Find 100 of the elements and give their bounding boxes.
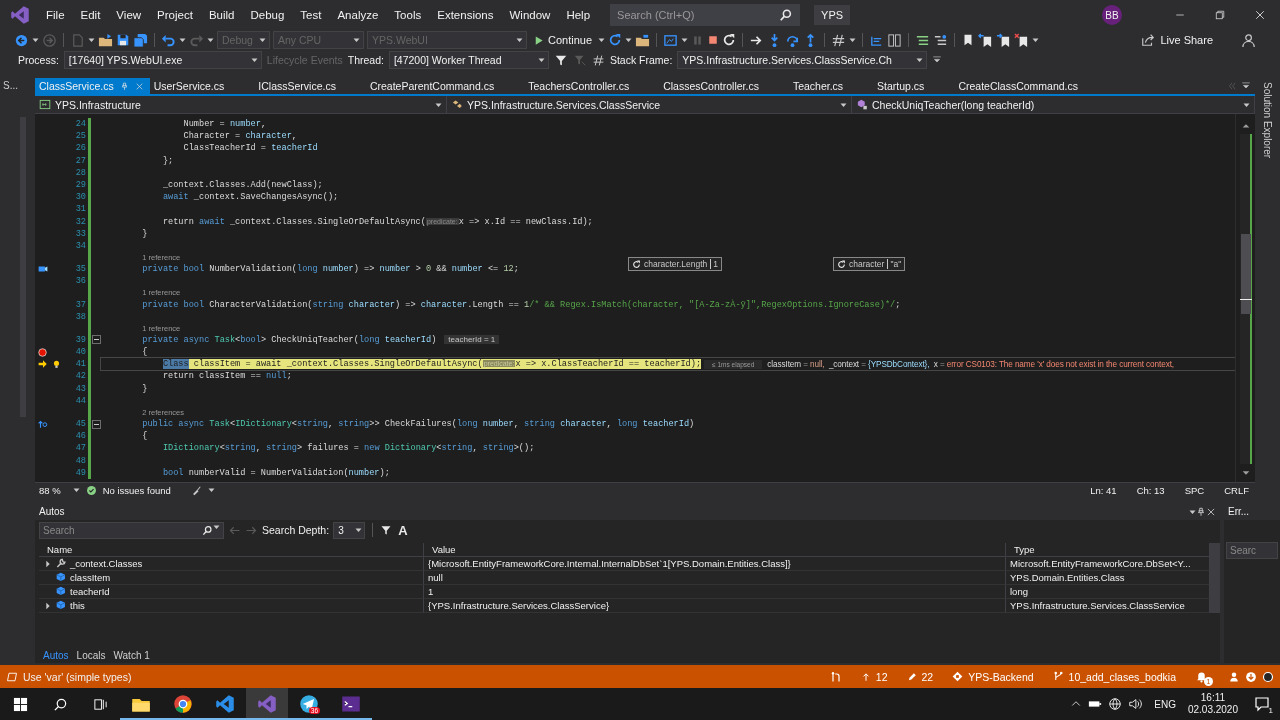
menu-item[interactable]: Edit [72,9,109,21]
filter-icon[interactable] [380,524,393,536]
thread-dropdown[interactable]: [47200] Worker Thread [388,51,549,69]
save-icon[interactable] [116,33,130,47]
column-header[interactable]: Value [424,543,1006,557]
save-all-icon[interactable] [133,32,148,48]
columns-icon[interactable] [887,32,903,48]
document-tab[interactable]: IClassService.cs [254,78,366,94]
search-field[interactable]: Search [39,521,224,539]
document-tab[interactable]: Teacher.cs [788,78,874,94]
filter-icon[interactable] [553,53,568,67]
document-tab[interactable]: Startup.cs [873,78,955,94]
document-tab[interactable]: UserService.cs [149,78,255,94]
menu-item[interactable]: Tools [386,9,430,21]
document-tab[interactable]: CreateParentCommand.cs [365,78,525,94]
menu-item[interactable]: Help [558,9,599,21]
caret-icon[interactable] [32,38,39,42]
type-dropdown[interactable]: YPS.Infrastructure.Services.ClassService [447,96,852,113]
continue-button[interactable]: Continue [530,34,596,46]
tab-list-icon[interactable] [1241,81,1251,91]
taskbar-app[interactable] [246,688,288,720]
pin-icon[interactable] [119,81,129,91]
hex-icon[interactable] [591,53,605,67]
panel-tab[interactable]: Watch 1 [109,649,154,661]
caret-icon[interactable] [179,38,186,42]
lightbulb-icon[interactable] [51,358,61,370]
document-tab[interactable]: ClassService.cs [35,78,150,94]
project-dropdown[interactable]: YPS.Infrastructure [35,96,447,113]
menu-item[interactable]: Test [292,9,330,21]
back-icon[interactable] [14,32,29,48]
whitespace-indicator[interactable]: SPC [1184,484,1205,496]
menu-item[interactable]: View [108,9,150,21]
breakpoint-icon[interactable] [37,346,48,358]
menu-item[interactable]: Analyze [329,9,387,21]
caret-icon[interactable] [207,38,214,42]
text-toggle[interactable]: A [396,522,410,538]
document-tab[interactable]: TeachersController.cs [524,78,660,94]
menu-item[interactable]: Build [200,9,243,21]
notification-icon[interactable] [1254,696,1270,712]
repository-button[interactable]: YPS-Backend [952,670,1034,683]
caret-icon[interactable] [681,38,689,42]
commits-button[interactable]: 12 [860,670,888,683]
caret-icon[interactable] [207,488,215,492]
restart-icon[interactable] [722,33,737,47]
column-header[interactable]: Type [1006,543,1210,557]
menu-item[interactable]: File [38,9,73,21]
clock-time[interactable]: 16:11 [1200,692,1226,704]
person-icon[interactable] [1242,32,1257,48]
tool-window-tab[interactable]: Solution Explorer [1262,82,1273,159]
menu-item[interactable]: Debug [242,9,293,21]
line-endings-indicator[interactable]: CRLF [1224,484,1249,496]
collapse-icon[interactable] [91,335,101,345]
collapse-icon[interactable] [91,419,101,429]
scrollbar-thumb[interactable] [1240,234,1251,314]
issues-status[interactable]: No issues found [102,484,171,496]
scrollbar[interactable] [1210,543,1220,613]
pinned-datatip[interactable]: character.Length 1 [628,257,723,271]
refresh-icon[interactable] [837,259,846,269]
person-icon[interactable] [1228,670,1240,683]
menu-item[interactable]: Project [149,9,201,21]
caret-icon[interactable] [1032,38,1040,42]
changes-button[interactable]: 22 [906,670,934,683]
menu-item[interactable]: Window [501,9,559,21]
document-tab[interactable]: CreateClassCommand.cs [954,78,1108,94]
menu-item[interactable]: Extensions [429,9,502,21]
clear-bookmark-icon[interactable] [1014,32,1030,48]
search-depth-dropdown[interactable]: 3 [333,521,366,539]
volume-icon[interactable] [1128,697,1143,711]
datatip-icon[interactable] [36,264,49,275]
panel-tab[interactable]: Locals [72,649,110,661]
hex-icon[interactable] [831,32,847,48]
caret-icon[interactable] [72,488,80,492]
globe-icon[interactable] [1108,697,1123,711]
stop-icon[interactable] [707,34,720,46]
browser-icon[interactable] [663,32,679,48]
folder-icon[interactable] [635,32,651,48]
member-dropdown[interactable]: CheckUniqTeacher(long teacherId) [852,96,1255,113]
search-field[interactable]: Searc [1226,542,1278,559]
open-folder-icon[interactable] [98,32,113,48]
caret-icon[interactable] [88,38,95,42]
stack-frame-dropdown[interactable]: YPS.Infrastructure.Services.ClassService.Ch [677,51,928,69]
next-bookmark-icon[interactable] [996,32,1012,48]
search-field[interactable]: Search (Ctrl+Q) [610,4,801,26]
undo-icon[interactable] [161,32,176,48]
pinned-datatip[interactable]: character "a" [833,257,906,271]
pin-icon[interactable] [1196,506,1206,517]
caret-icon[interactable] [598,38,606,42]
column-header[interactable]: Name [39,543,424,557]
caret-icon[interactable] [625,38,633,42]
download-icon[interactable] [1245,670,1257,683]
zoom-dropdown[interactable]: 88 % [39,484,61,496]
document-tab[interactable]: ClassesController.cs [659,78,789,94]
live-share-button[interactable]: Live Share [1135,32,1219,48]
clock-date[interactable]: 02.03.2020 [1187,704,1238,716]
bell-icon[interactable] [1195,670,1208,683]
process-dropdown[interactable]: [17640] YPS.WebUI.exe [63,51,262,69]
close-icon[interactable] [1206,506,1216,517]
tool-window-tab[interactable]: S... [0,78,21,93]
previous-bookmark-icon[interactable] [978,32,994,48]
caret-icon[interactable] [849,38,857,42]
